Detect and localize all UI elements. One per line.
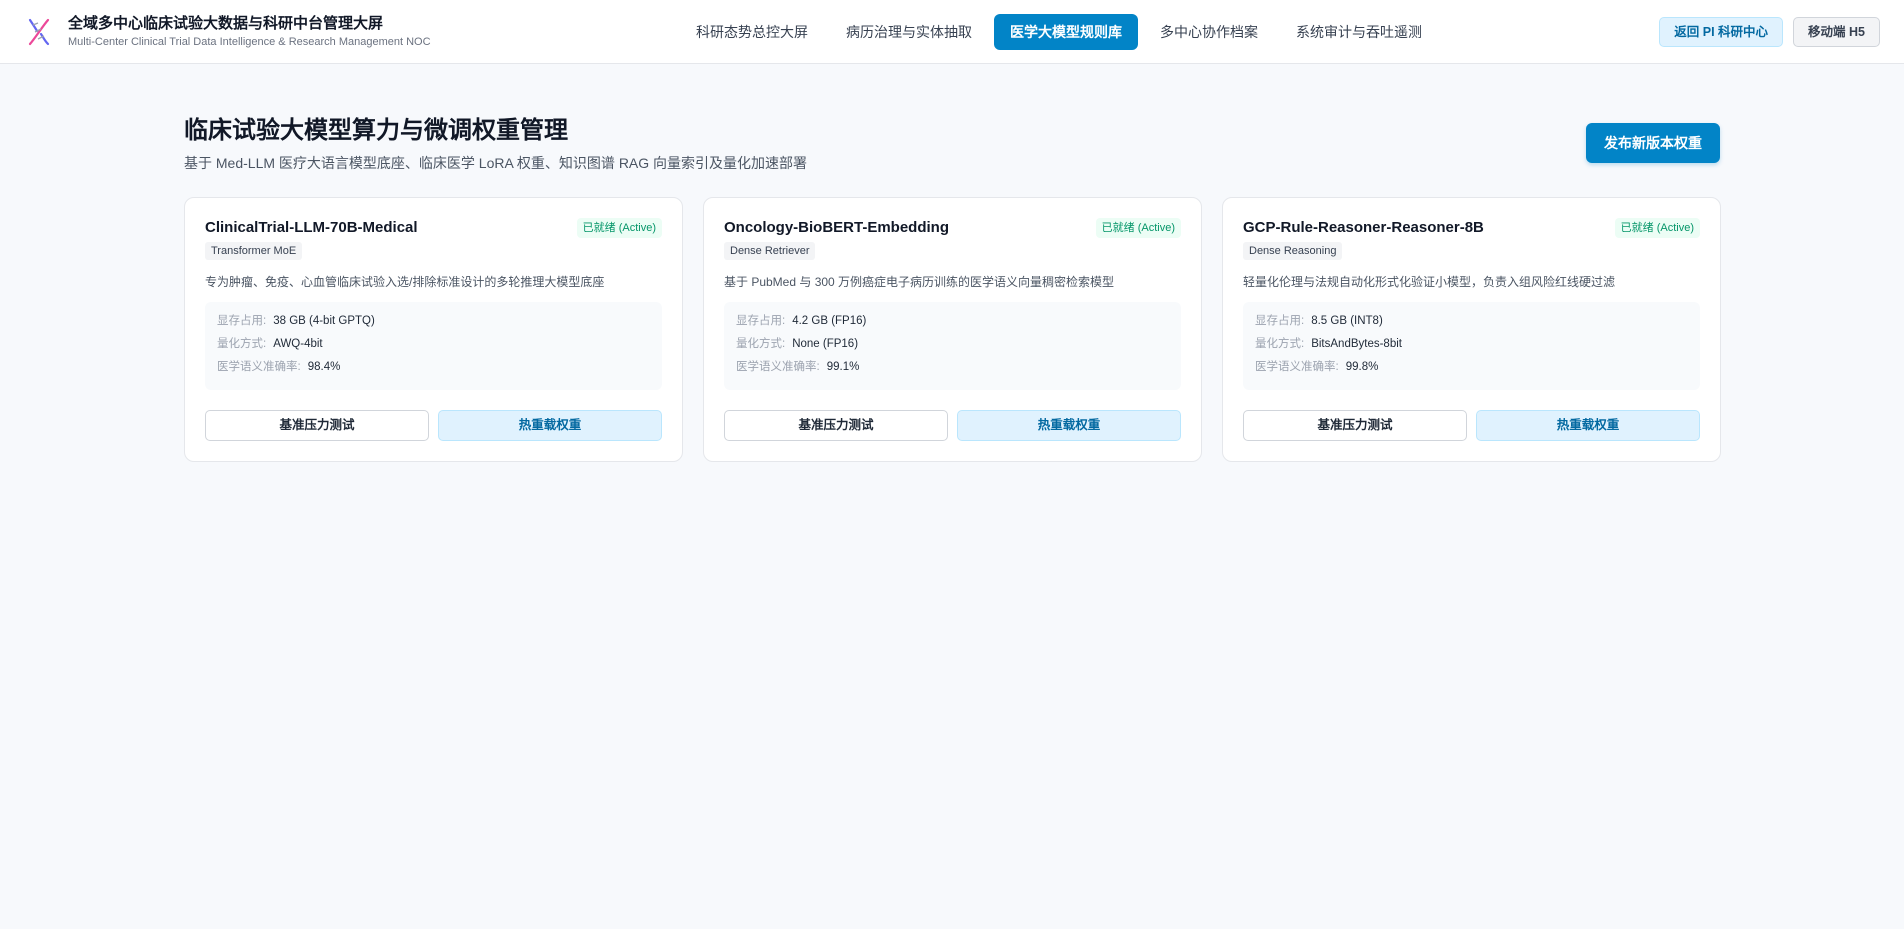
benchmark-stress-test-button[interactable]: 基准压力测试 [205, 410, 429, 441]
spec-value: BitsAndBytes-8bit [1311, 338, 1402, 350]
benchmark-stress-test-button[interactable]: 基准压力测试 [1243, 410, 1467, 441]
spec-label: 量化方式: [1255, 338, 1305, 350]
page-subtitle: 基于 Med-LLM 医疗大语言模型底座、临床医学 LoRA 权重、知识图谱 R… [184, 155, 808, 171]
spec-row-quantization: 量化方式: BitsAndBytes-8bit [1255, 337, 1688, 352]
spec-label: 医学语义准确率: [736, 361, 820, 373]
spec-label: 医学语义准确率: [217, 361, 301, 373]
model-type-tag: Dense Reasoning [1243, 242, 1343, 260]
card-actions: 基准压力测试 热重载权重 [1243, 410, 1700, 441]
spec-row-accuracy: 医学语义准确率: 99.8% [1255, 360, 1688, 375]
dna-icon [28, 18, 50, 45]
card-actions: 基准压力测试 热重载权重 [724, 410, 1181, 441]
model-description: 基于 PubMed 与 300 万例癌症电子病历训练的医学语义向量稠密检索模型 [724, 275, 1115, 289]
model-description: 轻量化伦理与法规自动化形式化验证小模型，负责入组风险红线硬过滤 [1243, 275, 1616, 289]
spec-value: 99.1% [826, 361, 860, 373]
model-description: 专为肿瘤、免疫、心血管临床试验入选/排除标准设计的多轮推理大模型底座 [205, 275, 605, 289]
page-title: 临床试验大模型算力与微调权重管理 [184, 117, 568, 144]
spec-value: None (FP16) [792, 338, 859, 350]
spec-value: AWQ-4bit [273, 338, 323, 350]
nav-tab-audit-telemetry[interactable]: 系统审计与吞吐遥测 [1280, 14, 1438, 50]
spec-label: 显存占用: [736, 315, 786, 327]
spec-label: 医学语义准确率: [1255, 361, 1339, 373]
header-actions: 返回 PI 科研中心 移动端 H5 [1659, 17, 1880, 47]
hot-reload-weights-button[interactable]: 热重载权重 [438, 410, 662, 441]
benchmark-stress-test-button[interactable]: 基准压力测试 [724, 410, 948, 441]
back-to-pi-center-button[interactable]: 返回 PI 科研中心 [1659, 17, 1784, 47]
status-badge: 已就绪 (Active) [1614, 218, 1700, 238]
spec-panel: 显存占用: 38 GB (4-bit GPTQ) 量化方式: AWQ-4bit 医学… [205, 302, 662, 390]
spec-value: 4.2 GB (FP16) [792, 315, 867, 327]
spec-row-quantization: 量化方式: AWQ-4bit [217, 337, 650, 352]
app-title: 全域多中心临床试验大数据与科研中台管理大屏 [68, 15, 384, 32]
spec-row-quantization: 量化方式: None (FP16) [736, 337, 1169, 352]
app-subtitle: Multi-Center Clinical Trial Data Intelli… [68, 36, 431, 48]
model-card: GCP-Rule-Reasoner-Reasoner-8B 已就绪 (Activ… [1222, 197, 1721, 462]
mobile-h5-button[interactable]: 移动端 H5 [1793, 17, 1880, 47]
spec-value: 99.8% [1345, 361, 1379, 373]
status-badge: 已就绪 (Active) [1095, 218, 1181, 238]
model-card: ClinicalTrial-LLM-70B-Medical 已就绪 (Activ… [184, 197, 683, 462]
spec-panel: 显存占用: 8.5 GB (INT8) 量化方式: BitsAndBytes-8bi… [1243, 302, 1700, 390]
status-badge: 已就绪 (Active) [576, 218, 662, 238]
spec-value: 38 GB (4-bit GPTQ) [273, 315, 375, 327]
card-actions: 基准压力测试 热重载权重 [205, 410, 662, 441]
publish-weights-button[interactable]: 发布新版本权重 [1586, 123, 1720, 163]
model-type-tag: Dense Retriever [724, 242, 816, 260]
spec-row-accuracy: 医学语义准确率: 98.4% [217, 360, 650, 375]
spec-value: 8.5 GB (INT8) [1311, 315, 1383, 327]
spec-label: 量化方式: [736, 338, 786, 350]
spec-panel: 显存占用: 4.2 GB (FP16) 量化方式: None (FP16) 医学语义… [724, 302, 1181, 390]
main-nav: 科研态势总控大屏 病历治理与实体抽取 医学大模型规则库 多中心协作档案 系统审计… [680, 14, 1444, 50]
spec-row-accuracy: 医学语义准确率: 99.1% [736, 360, 1169, 375]
nav-tab-llm-rules[interactable]: 医学大模型规则库 [994, 14, 1138, 50]
brand[interactable]: 全域多中心临床试验大数据与科研中台管理大屏 Multi-Center Clini… [26, 14, 431, 49]
spec-label: 显存占用: [1255, 315, 1305, 327]
hot-reload-weights-button[interactable]: 热重载权重 [1476, 410, 1700, 441]
spec-row-vram: 显存占用: 8.5 GB (INT8) [1255, 314, 1688, 329]
hot-reload-weights-button[interactable]: 热重载权重 [957, 410, 1181, 441]
spec-label: 量化方式: [217, 338, 267, 350]
spec-label: 显存占用: [217, 315, 267, 327]
model-type-tag: Transformer MoE [205, 242, 303, 260]
spec-row-vram: 显存占用: 4.2 GB (FP16) [736, 314, 1169, 329]
nav-tab-record-governance[interactable]: 病历治理与实体抽取 [830, 14, 988, 50]
model-card-list: ClinicalTrial-LLM-70B-Medical 已就绪 (Activ… [184, 197, 1721, 462]
nav-tab-multicenter-archive[interactable]: 多中心协作档案 [1144, 14, 1274, 50]
nav-tab-research-overview[interactable]: 科研态势总控大屏 [680, 14, 824, 50]
top-navigation-bar: 全域多中心临床试验大数据与科研中台管理大屏 Multi-Center Clini… [0, 0, 1904, 64]
model-card: Oncology-BioBERT-Embedding 已就绪 (Active) … [703, 197, 1202, 462]
spec-row-vram: 显存占用: 38 GB (4-bit GPTQ) [217, 314, 650, 329]
spec-value: 98.4% [307, 361, 341, 373]
